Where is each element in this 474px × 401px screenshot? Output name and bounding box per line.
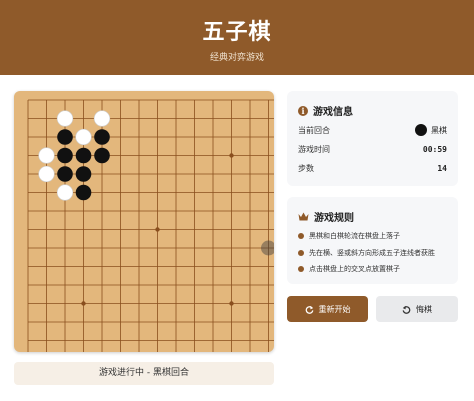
rule-item: 先在横、竖或斜方向形成五子连线者获胜 <box>298 248 435 258</box>
game-board[interactable] <box>14 91 274 352</box>
hover-preview-stone[interactable] <box>261 240 274 256</box>
bullet-icon <box>298 266 304 272</box>
undo-button[interactable]: 悔棋 <box>376 296 458 322</box>
rule-text: 黑棋和白棋轮流在棋盘上落子 <box>309 232 400 240</box>
bullet-icon <box>298 233 304 239</box>
game-rules-title-text: 游戏规则 <box>314 213 354 224</box>
rule-text: 先在横、竖或斜方向形成五子连线者获胜 <box>309 249 435 257</box>
black-stone <box>57 166 73 182</box>
white-stone <box>56 110 74 127</box>
black-stone-icon <box>415 124 427 136</box>
star-point <box>229 301 234 306</box>
crown-icon <box>298 212 309 221</box>
game-rules-title: 游戏规则 <box>298 209 354 224</box>
status-text: 游戏进行中 - 黑棋回合 <box>99 368 189 378</box>
bullet-icon <box>298 250 304 256</box>
current-turn-row: 当前回合 黑棋 <box>298 124 447 136</box>
game-info-title: i 游戏信息 <box>298 103 353 118</box>
step-count-label: 步数 <box>298 163 314 173</box>
info-icon: i <box>298 105 308 116</box>
black-stone <box>75 147 92 164</box>
white-stone <box>38 165 55 183</box>
game-time-row: 游戏时间 00:59 <box>298 143 447 155</box>
rule-item: 黑棋和白棋轮流在棋盘上落子 <box>298 231 400 241</box>
current-turn-text: 黑棋 <box>431 125 447 135</box>
header: 五子棋 经典对弈游戏 <box>0 0 474 75</box>
black-stone <box>75 166 92 182</box>
status-bar: 游戏进行中 - 黑棋回合 <box>14 362 274 385</box>
black-stone <box>57 129 73 145</box>
star-point <box>81 301 86 306</box>
undo-icon <box>402 305 411 314</box>
game-time-label: 游戏时间 <box>298 144 330 154</box>
black-stone <box>94 147 110 164</box>
game-info-title-text: 游戏信息 <box>313 107 353 118</box>
board-grid[interactable] <box>14 91 274 352</box>
black-stone <box>57 147 73 164</box>
white-stone <box>38 147 55 164</box>
page-title: 五子棋 <box>202 20 272 45</box>
game-rules-panel: 游戏规则 黑棋和白棋轮流在棋盘上落子 先在横、竖或斜方向形成五子连线者获胜 点击… <box>287 197 458 284</box>
star-point <box>155 227 160 232</box>
rule-item: 点击棋盘上的交叉点放置棋子 <box>298 264 400 274</box>
step-count-row: 步数 14 <box>298 162 447 174</box>
restart-label: 重新开始 <box>318 304 351 314</box>
black-stone <box>94 129 110 145</box>
rule-text: 点击棋盘上的交叉点放置棋子 <box>309 265 400 273</box>
step-count-value: 14 <box>437 163 447 173</box>
game-time-value: 00:59 <box>422 144 447 154</box>
current-turn-value: 黑棋 <box>415 124 447 136</box>
black-stone <box>75 184 92 201</box>
white-stone <box>56 184 74 201</box>
star-point <box>229 153 234 158</box>
undo-label: 悔棋 <box>416 304 432 314</box>
page-subtitle: 经典对弈游戏 <box>209 53 264 63</box>
white-stone <box>75 128 92 146</box>
white-stone <box>93 110 111 127</box>
current-turn-label: 当前回合 <box>298 125 330 135</box>
game-info-panel: i 游戏信息 当前回合 黑棋 游戏时间 00:59 步数 14 <box>287 91 458 186</box>
restart-button[interactable]: 重新开始 <box>287 296 368 322</box>
refresh-icon <box>305 305 313 314</box>
